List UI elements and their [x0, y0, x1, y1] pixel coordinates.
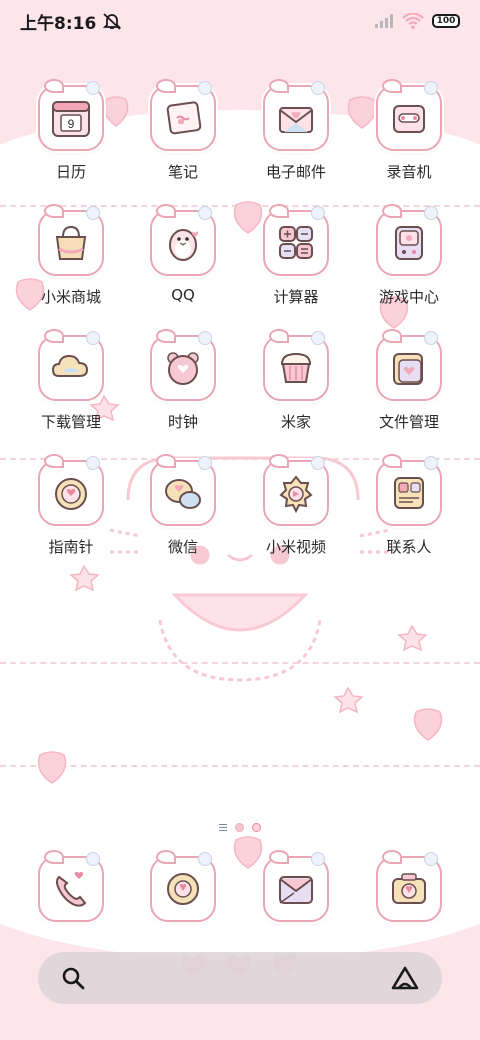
browser-icon	[279, 876, 313, 904]
app-icon-frame[interactable]: 9	[38, 79, 104, 151]
app-recorder[interactable]: 录音机	[353, 79, 465, 182]
app-file-manager[interactable]: 文件管理	[353, 329, 465, 432]
app-label: 笔记	[167, 163, 198, 181]
app-clock[interactable]: 时钟	[127, 329, 239, 432]
app-icon-frame[interactable]	[150, 204, 216, 276]
app-icon-frame[interactable]	[376, 79, 442, 151]
status-time: 上午8:16	[20, 13, 97, 34]
app-label: 米家	[280, 413, 311, 431]
app-icon-frame[interactable]	[376, 850, 442, 922]
app-compass[interactable]: 指南针	[15, 454, 127, 557]
app-label: 时钟	[167, 413, 198, 431]
phone-icon	[56, 872, 87, 907]
app-label: QQ	[171, 286, 195, 304]
calendar-icon: 9	[52, 101, 90, 137]
recorder-icon	[393, 105, 425, 133]
dock-app-messages[interactable]	[127, 850, 239, 922]
app-icon-frame[interactable]	[38, 454, 104, 526]
app-label: 录音机	[386, 163, 432, 181]
game-console-icon	[395, 226, 423, 260]
app-label: 指南针	[48, 538, 94, 556]
status-left: 上午8:16	[20, 9, 122, 34]
calculator-icon	[279, 226, 313, 259]
app-label: 微信	[167, 538, 198, 556]
app-label: 下载管理	[40, 413, 101, 431]
status-bar: 上午8:16 100	[0, 0, 480, 42]
page-dot-active[interactable]	[252, 823, 261, 832]
app-label: 联系人	[386, 538, 432, 556]
app-mi-video[interactable]: 小米视频	[240, 454, 352, 557]
cloud-download-icon	[51, 354, 89, 377]
cupcake-icon	[280, 352, 312, 383]
app-calculator[interactable]: 计算器	[240, 204, 352, 307]
app-icon-frame[interactable]	[38, 329, 104, 401]
app-download-manager[interactable]: 下载管理	[15, 329, 127, 432]
app-qq[interactable]: QQ	[127, 204, 239, 304]
app-wechat[interactable]: 微信	[127, 454, 239, 557]
search-bar[interactable]	[38, 952, 442, 1004]
penguin-icon	[169, 229, 198, 261]
app-mi-home[interactable]: 米家	[240, 329, 352, 432]
dock-app-browser[interactable]	[240, 850, 352, 922]
folder-icon	[393, 353, 423, 385]
mute-bell-icon	[103, 13, 122, 30]
app-email[interactable]: 电子邮件	[240, 79, 352, 182]
app-icon-frame[interactable]	[150, 79, 216, 151]
page-indicator[interactable]	[0, 823, 480, 832]
app-icon-frame[interactable]	[38, 850, 104, 922]
app-label: 小米视频	[265, 538, 326, 556]
app-label: 文件管理	[378, 413, 439, 431]
dock-app-camera[interactable]	[353, 850, 465, 922]
dock-app-phone[interactable]	[15, 850, 127, 922]
clock-icon	[167, 352, 199, 385]
app-icon-frame[interactable]	[150, 329, 216, 401]
app-icon-frame[interactable]	[376, 329, 442, 401]
notes-icon	[166, 101, 202, 135]
app-label: 计算器	[273, 288, 319, 306]
search-icon[interactable]	[60, 965, 86, 991]
app-label: 游戏中心	[378, 288, 439, 306]
app-label: 小米商城	[40, 288, 101, 306]
calendar-day-badge: 9	[68, 117, 75, 131]
shopping-bag-icon	[55, 225, 87, 260]
wifi-icon	[402, 13, 424, 29]
camera-icon	[392, 873, 426, 904]
messages-icon	[167, 873, 199, 905]
app-icon-frame[interactable]	[263, 204, 329, 276]
signal-icon	[375, 14, 393, 28]
compass-icon	[55, 478, 87, 510]
app-icon-frame[interactable]	[263, 454, 329, 526]
app-icon-frame[interactable]	[150, 454, 216, 526]
app-icon-frame[interactable]	[376, 454, 442, 526]
app-calendar[interactable]: 9 日历	[15, 79, 127, 182]
email-icon	[279, 107, 313, 133]
video-play-icon	[279, 475, 313, 514]
app-icon-frame[interactable]	[263, 329, 329, 401]
chat-bubbles-icon	[165, 479, 201, 509]
battery-icon: 100	[432, 14, 460, 28]
app-label: 电子邮件	[265, 163, 326, 181]
app-icon-frame[interactable]	[150, 850, 216, 922]
app-icon-frame[interactable]	[38, 204, 104, 276]
page-dot[interactable]	[235, 823, 244, 832]
app-icon-frame[interactable]	[376, 204, 442, 276]
app-notes[interactable]: 笔记	[127, 79, 239, 182]
app-label: 日历	[55, 163, 86, 181]
status-right: 100	[374, 13, 460, 29]
app-icon-frame[interactable]	[263, 850, 329, 922]
app-mi-store[interactable]: 小米商城	[15, 204, 127, 307]
app-contacts[interactable]: 联系人	[353, 454, 465, 557]
app-game-center[interactable]: 游戏中心	[353, 204, 465, 307]
page-list-icon[interactable]	[219, 824, 227, 831]
app-icon-frame[interactable]	[263, 79, 329, 151]
dock	[0, 850, 480, 936]
contacts-icon	[394, 477, 424, 509]
assistant-icon[interactable]	[390, 965, 420, 991]
